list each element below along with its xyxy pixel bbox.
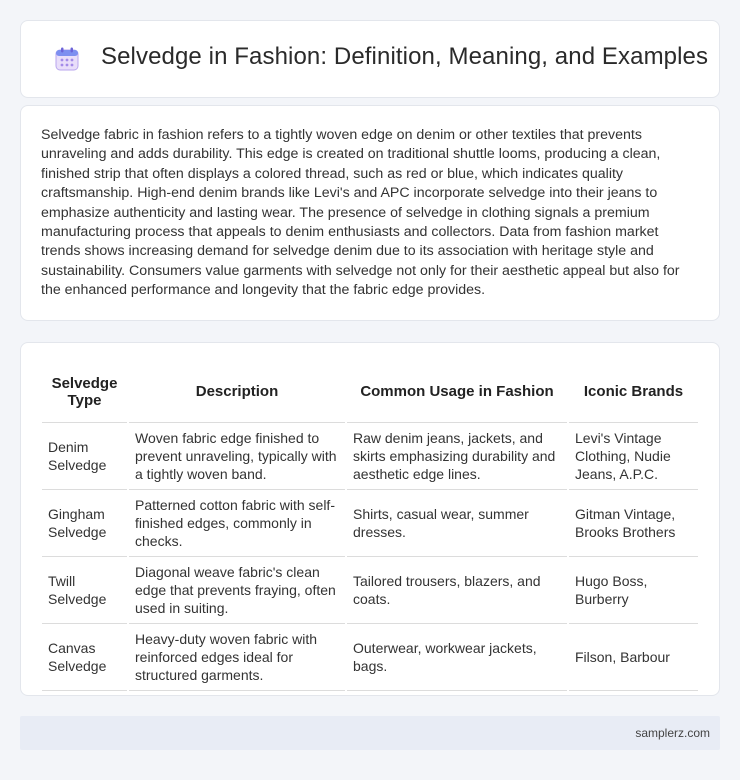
cell-description: Woven fabric edge finished to prevent un… xyxy=(127,422,346,490)
cell-description: Patterned cotton fabric with self-finish… xyxy=(127,489,346,557)
cell-description: Heavy-duty woven fabric with reinforced … xyxy=(127,623,346,691)
header-description: Description xyxy=(127,360,346,423)
table-row: Gingham Selvedge Patterned cotton fabric… xyxy=(42,489,698,557)
footer-bar: samplerz.com xyxy=(20,716,720,750)
table-header-row: Selvedge Type Description Common Usage i… xyxy=(42,360,698,423)
cell-type: Canvas Selvedge xyxy=(42,623,128,691)
cell-usage: Outerwear, workwear jackets, bags. xyxy=(345,623,568,691)
table-row: Denim Selvedge Woven fabric edge finishe… xyxy=(42,422,698,490)
header-card: Selvedge in Fashion: Definition, Meaning… xyxy=(20,20,720,98)
cell-brands: Levi's Vintage Clothing, Nudie Jeans, A.… xyxy=(567,422,698,490)
cell-usage: Tailored trousers, blazers, and coats. xyxy=(345,556,568,624)
cell-type: Denim Selvedge xyxy=(42,422,128,490)
intro-card: Selvedge fabric in fashion refers to a t… xyxy=(20,105,720,321)
cell-brands: Filson, Barbour xyxy=(567,623,698,691)
cell-brands: Hugo Boss, Burberry xyxy=(567,556,698,624)
cell-brands: Gitman Vintage, Brooks Brothers xyxy=(567,489,698,557)
page-title: Selvedge in Fashion: Definition, Meaning… xyxy=(101,43,709,70)
cell-type: Twill Selvedge xyxy=(42,556,128,624)
header-selvedge-type: Selvedge Type xyxy=(42,360,128,423)
cell-description: Diagonal weave fabric's clean edge that … xyxy=(127,556,346,624)
table-row: Canvas Selvedge Heavy-duty woven fabric … xyxy=(42,623,698,691)
header-iconic-brands: Iconic Brands xyxy=(567,360,698,423)
selvedge-table: Selvedge Type Description Common Usage i… xyxy=(42,360,698,691)
footer-site-link[interactable]: samplerz.com xyxy=(635,726,710,740)
cell-type: Gingham Selvedge xyxy=(42,489,128,557)
calendar-icon xyxy=(54,46,80,72)
cell-usage: Raw denim jeans, jackets, and skirts emp… xyxy=(345,422,568,490)
header-common-usage: Common Usage in Fashion xyxy=(345,360,568,423)
table-card: Selvedge Type Description Common Usage i… xyxy=(20,342,720,696)
table-row: Twill Selvedge Diagonal weave fabric's c… xyxy=(42,556,698,624)
intro-paragraph: Selvedge fabric in fashion refers to a t… xyxy=(41,127,680,299)
cell-usage: Shirts, casual wear, summer dresses. xyxy=(345,489,568,557)
